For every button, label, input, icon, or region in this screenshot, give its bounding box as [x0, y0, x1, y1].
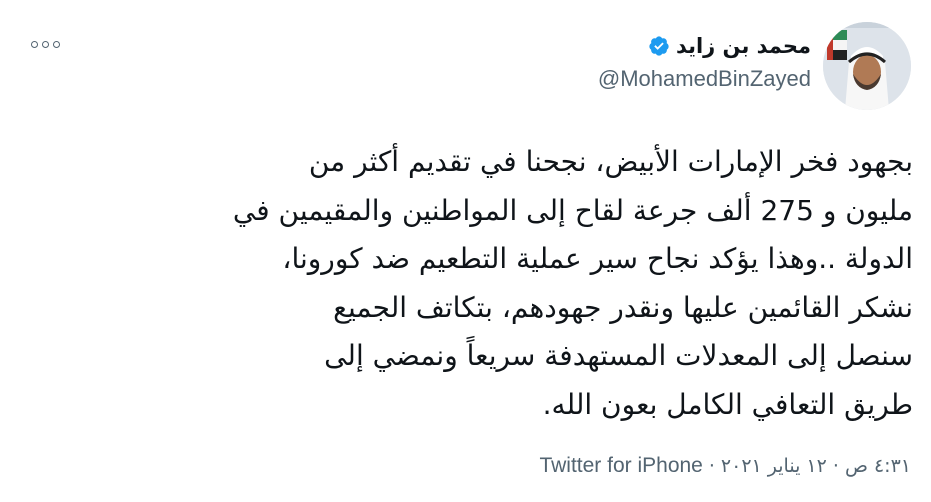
tweet-text-line: الدولة ..وهذا يؤكد نجاح سير عملية التطعي… [282, 242, 913, 275]
tweet-text: بجهود فخر الإمارات الأبيض، نجحنا في تقدي… [13, 138, 913, 429]
meta-separator: · [708, 455, 715, 477]
tweet-text-line: مليون و 275 ألف جرعة لقاح إلى المواطنين … [232, 193, 913, 227]
more-dots-icon [30, 40, 38, 48]
verified-badge-icon [649, 36, 669, 56]
more-dots-icon [41, 40, 49, 48]
tweet-timestamp[interactable]: ٤:٣١ ص · ١٢ يناير ٢٠٢١ [721, 455, 911, 477]
tweet-meta: ٤:٣١ ص · ١٢ يناير ٢٠٢١ · Twitter for iPh… [539, 454, 911, 478]
tweet-text-line: طريق التعافي الكامل بعون الله. [542, 387, 913, 421]
tweet-text-line: سنصل إلى المعدلات المستهدفة سريعاً ونمضي… [324, 339, 913, 372]
tweet-text-line: نشكر القائمين عليها ونقدر جهودهم، بتكاتف… [333, 290, 913, 324]
more-dots-icon [52, 40, 60, 48]
tweet-source[interactable]: Twitter for iPhone [539, 454, 702, 478]
avatar-portrait-icon [823, 22, 911, 110]
author-name-row[interactable]: محمد بن زايد [648, 34, 811, 58]
author-display-name[interactable]: محمد بن زايد [676, 34, 811, 58]
author-handle[interactable]: @MohamedBinZayed [598, 66, 811, 92]
more-options-button[interactable] [28, 34, 62, 54]
tweet-text-line: بجهود فخر الإمارات الأبيض، نجحنا في تقدي… [308, 145, 913, 178]
author-avatar[interactable] [823, 22, 911, 110]
tweet-card: محمد بن زايد @MohamedBinZayed بجهود فخر … [0, 0, 931, 502]
